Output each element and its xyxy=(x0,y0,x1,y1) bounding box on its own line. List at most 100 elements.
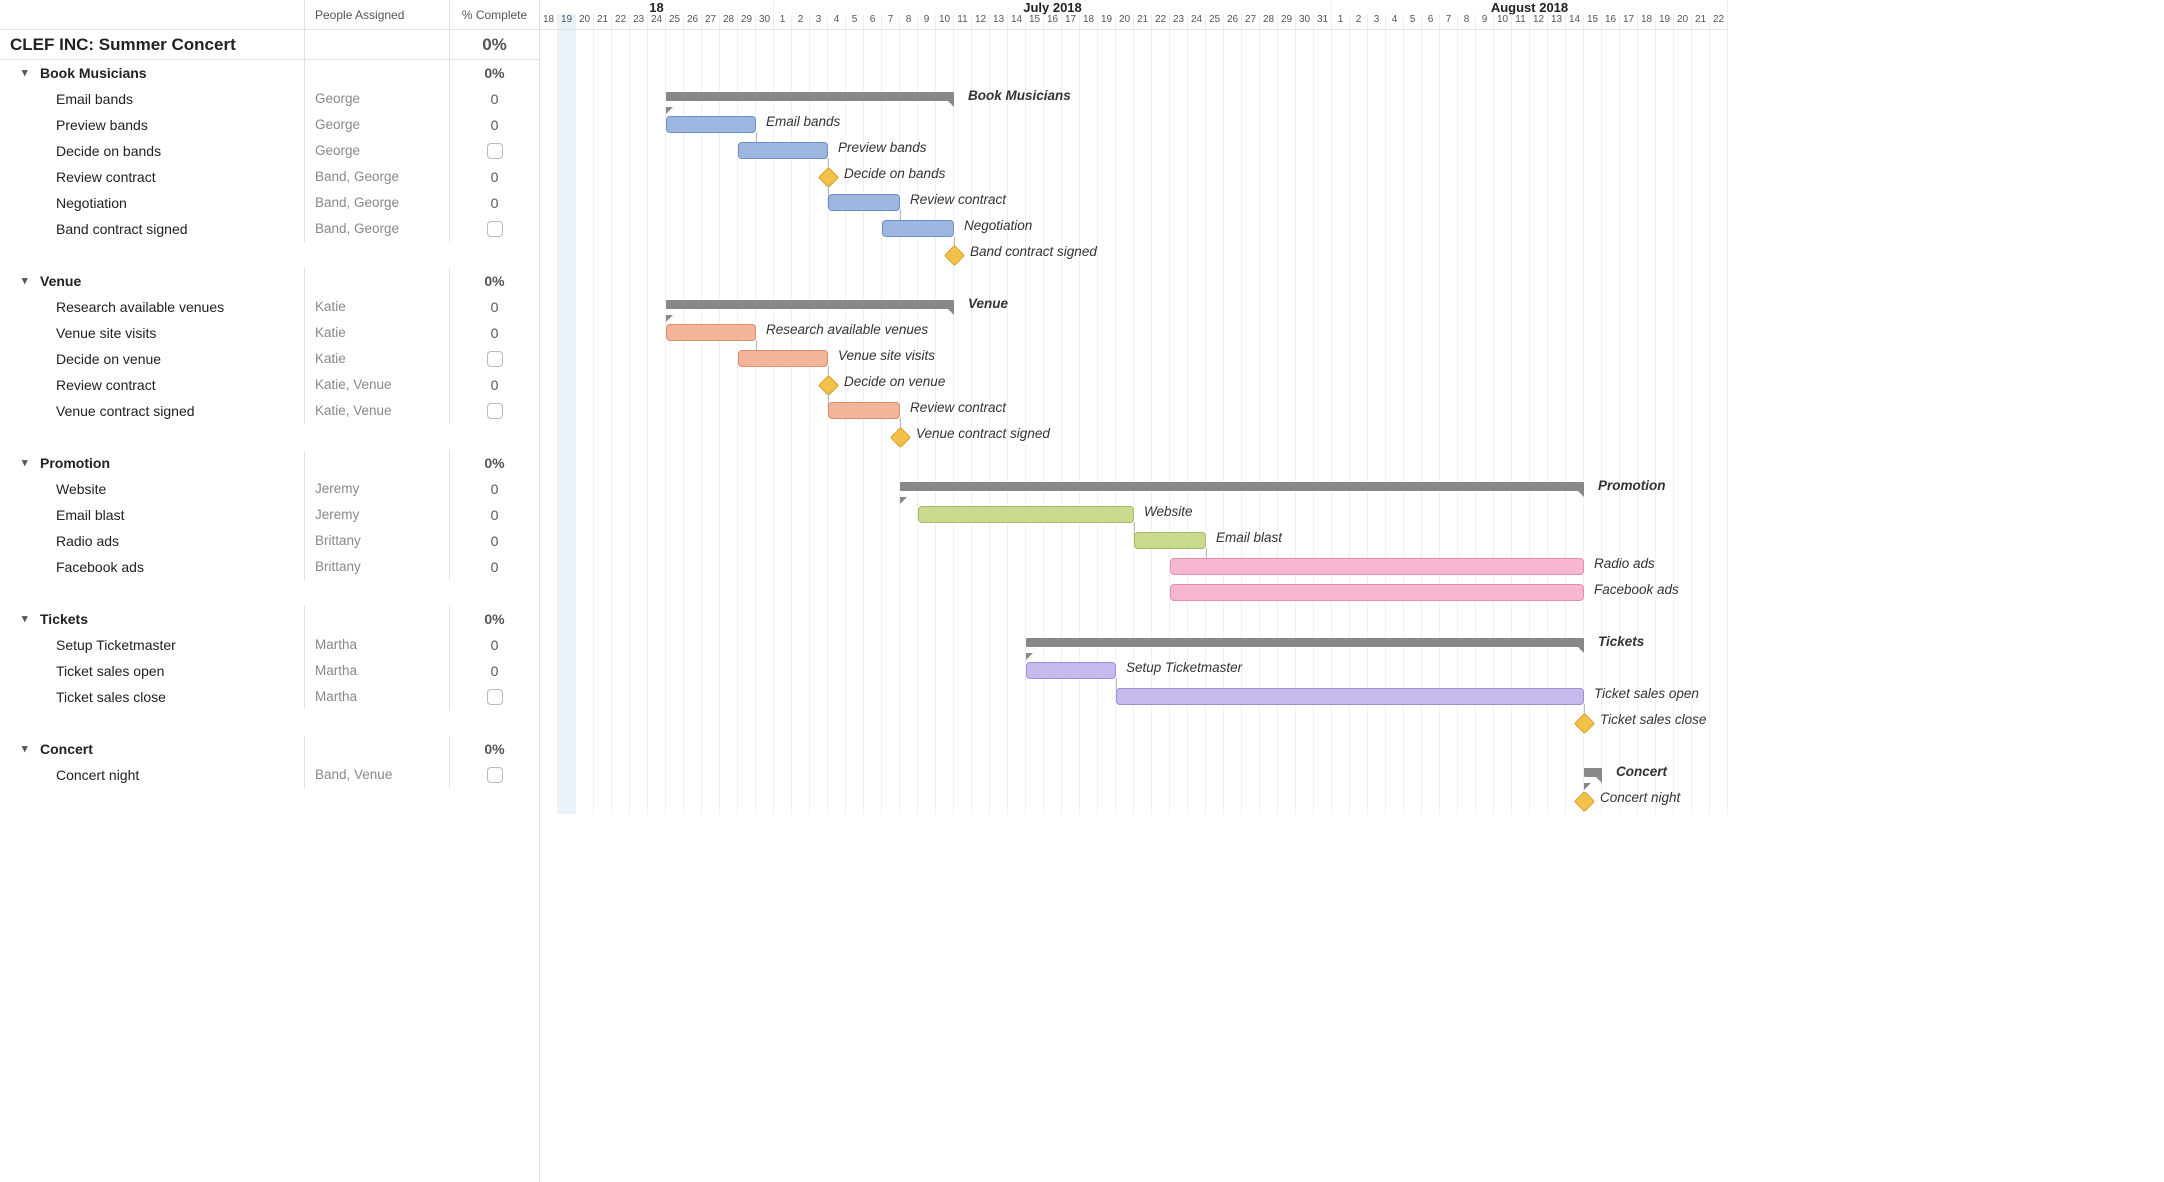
task-bar[interactable] xyxy=(738,350,828,367)
col-header-complete[interactable]: % Complete xyxy=(450,0,539,29)
gantt-row: Ticket sales close xyxy=(540,710,1728,736)
task-name: Concert night xyxy=(0,762,305,788)
table-row[interactable]: Band contract signedBand, George xyxy=(0,216,539,242)
task-bar[interactable] xyxy=(666,324,756,341)
table-row[interactable]: Radio adsBrittany0 xyxy=(0,528,539,554)
gantt-day-59: 16 xyxy=(1602,14,1620,29)
table-row[interactable]: Concert nightBand, Venue xyxy=(0,762,539,788)
complete-checkbox[interactable] xyxy=(487,143,503,159)
group-name: Book Musicians xyxy=(0,60,305,86)
group-bar[interactable] xyxy=(1026,638,1584,647)
table-group-row[interactable]: Promotion0% xyxy=(0,450,539,476)
group-bar[interactable] xyxy=(900,482,1584,491)
gantt-day-22: 10 xyxy=(936,14,954,29)
task-complete: 0 xyxy=(450,502,539,528)
task-people xyxy=(305,606,450,632)
task-bar[interactable] xyxy=(1026,662,1116,679)
table-row[interactable]: Venue site visitsKatie0 xyxy=(0,320,539,346)
task-bar[interactable] xyxy=(738,142,828,159)
task-bar[interactable] xyxy=(828,402,900,419)
task-people: Katie, Venue xyxy=(305,398,450,424)
group-bar[interactable] xyxy=(666,300,954,309)
task-name: Ticket sales open xyxy=(0,658,305,684)
milestone-diamond[interactable] xyxy=(1574,791,1595,812)
table-group-row[interactable]: Tickets0% xyxy=(0,606,539,632)
task-bar[interactable] xyxy=(1170,584,1584,601)
gantt-scroll[interactable]: 18July 2018August 2018 18192021222324252… xyxy=(540,0,2164,1182)
gantt-day-34: 22 xyxy=(1152,14,1170,29)
table-group-row[interactable]: Book Musicians0% xyxy=(0,60,539,86)
bar-label: Facebook ads xyxy=(1594,582,1679,597)
table-group-row[interactable]: Venue0% xyxy=(0,268,539,294)
table-group-row[interactable]: Concert0% xyxy=(0,736,539,762)
gantt-day-30: 18 xyxy=(1080,14,1098,29)
gantt-day-14: 2 xyxy=(792,14,810,29)
gantt-day-62: 19 xyxy=(1656,14,1674,29)
gantt-day-23: 11 xyxy=(954,14,972,29)
gantt-day-32: 20 xyxy=(1116,14,1134,29)
task-people: Brittany xyxy=(305,528,450,554)
col-header-name[interactable] xyxy=(0,0,305,29)
task-bar[interactable] xyxy=(1170,558,1584,575)
complete-checkbox[interactable] xyxy=(487,689,503,705)
task-people xyxy=(305,60,450,86)
table-row[interactable]: Ticket sales openMartha0 xyxy=(0,658,539,684)
gantt-day-49: 6 xyxy=(1422,14,1440,29)
table-row[interactable]: Setup TicketmasterMartha0 xyxy=(0,632,539,658)
gantt-row: Facebook ads xyxy=(540,580,1728,606)
complete-checkbox[interactable] xyxy=(487,221,503,237)
task-bar[interactable] xyxy=(666,116,756,133)
task-name: Band contract signed xyxy=(0,216,305,242)
task-complete: 0% xyxy=(450,450,539,476)
milestone-diamond[interactable] xyxy=(1574,713,1595,734)
table-row[interactable]: Preview bandsGeorge0 xyxy=(0,112,539,138)
complete-checkbox[interactable] xyxy=(487,767,503,783)
gantt-month-0: 18 xyxy=(540,0,774,14)
task-bar[interactable] xyxy=(828,194,900,211)
task-complete: 0 xyxy=(450,632,539,658)
bar-label: Radio ads xyxy=(1594,556,1655,571)
task-complete xyxy=(450,762,539,788)
col-header-people[interactable]: People Assigned xyxy=(305,0,450,29)
group-bar[interactable] xyxy=(666,92,954,101)
gantt-day-50: 7 xyxy=(1440,14,1458,29)
app-root: People Assigned % Complete CLEF INC: Sum… xyxy=(0,0,2164,1182)
complete-checkbox[interactable] xyxy=(487,403,503,419)
complete-checkbox[interactable] xyxy=(487,351,503,367)
milestone-diamond[interactable] xyxy=(818,375,839,396)
gantt-day-5: 23 xyxy=(630,14,648,29)
task-bar[interactable] xyxy=(1134,532,1206,549)
gantt-row: Setup Ticketmaster xyxy=(540,658,1728,684)
table-row[interactable]: Review contractKatie, Venue0 xyxy=(0,372,539,398)
milestone-diamond[interactable] xyxy=(944,245,965,266)
task-bar[interactable] xyxy=(882,220,954,237)
task-bar[interactable] xyxy=(1116,688,1584,705)
task-name: Venue site visits xyxy=(0,320,305,346)
table-row[interactable]: Review contractBand, George0 xyxy=(0,164,539,190)
gantt-day-54: 11 xyxy=(1512,14,1530,29)
task-people: Brittany xyxy=(305,554,450,580)
milestone-diamond[interactable] xyxy=(818,167,839,188)
gantt-day-44: 1 xyxy=(1332,14,1350,29)
table-row[interactable]: Facebook adsBrittany0 xyxy=(0,554,539,580)
gantt-day-10: 28 xyxy=(720,14,738,29)
task-bar[interactable] xyxy=(918,506,1134,523)
table-row[interactable]: Decide on venueKatie xyxy=(0,346,539,372)
table-row[interactable]: Email blastJeremy0 xyxy=(0,502,539,528)
table-row[interactable]: Email bandsGeorge0 xyxy=(0,86,539,112)
table-row[interactable]: Research available venuesKatie0 xyxy=(0,294,539,320)
gantt-row: Radio ads xyxy=(540,554,1728,580)
table-row[interactable]: WebsiteJeremy0 xyxy=(0,476,539,502)
gantt-day-48: 5 xyxy=(1404,14,1422,29)
group-bar[interactable] xyxy=(1584,768,1602,777)
bar-label: Venue xyxy=(968,296,1008,311)
gantt-row: Decide on bands xyxy=(540,164,1728,190)
project-title-row[interactable]: CLEF INC: Summer Concert 0% xyxy=(0,30,539,60)
gantt-day-35: 23 xyxy=(1170,14,1188,29)
table-row[interactable]: NegotiationBand, George0 xyxy=(0,190,539,216)
table-row[interactable]: Ticket sales closeMartha xyxy=(0,684,539,710)
table-row[interactable]: Venue contract signedKatie, Venue xyxy=(0,398,539,424)
milestone-diamond[interactable] xyxy=(890,427,911,448)
table-row[interactable]: Decide on bandsGeorge xyxy=(0,138,539,164)
task-name: Setup Ticketmaster xyxy=(0,632,305,658)
